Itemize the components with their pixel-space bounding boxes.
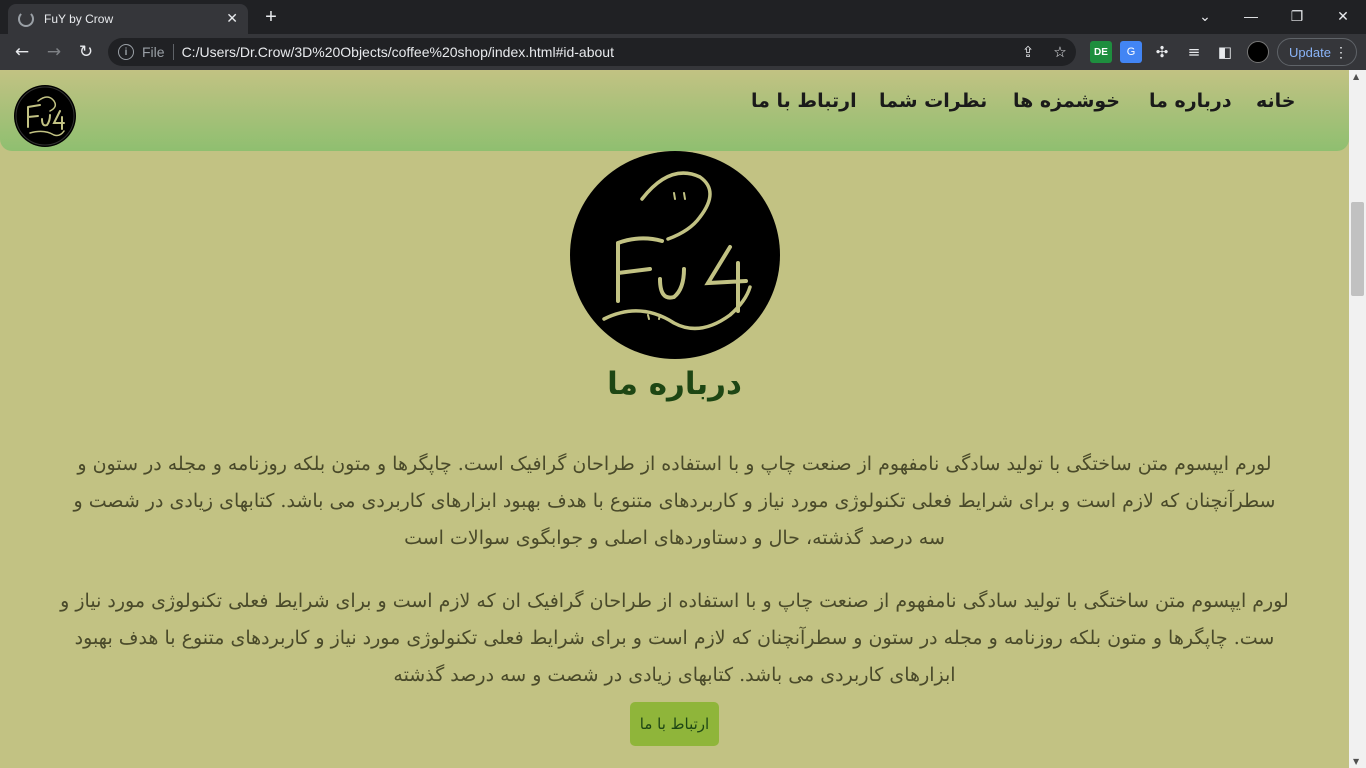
update-button[interactable]: Update ⋮ — [1277, 38, 1357, 66]
scroll-up-icon[interactable]: ▲ — [1353, 72, 1359, 81]
address-url[interactable]: C:/Users/Dr.Crow/3D%20Objects/coffee%20s… — [182, 44, 1012, 60]
translate-icon[interactable]: G — [1120, 41, 1142, 63]
browser-tab[interactable]: FuY by Crow ✕ — [8, 4, 248, 34]
site-header: خانه درباره ما خوشمزه ها نظرات شما ارتبا… — [0, 70, 1349, 151]
scroll-down-icon[interactable]: ▼ — [1353, 757, 1359, 766]
web-page: خانه درباره ما خوشمزه ها نظرات شما ارتبا… — [0, 70, 1349, 768]
new-tab-button[interactable]: + — [260, 6, 282, 28]
nav-treats[interactable]: خوشمزه ها — [1013, 90, 1120, 112]
scrollbar-thumb[interactable] — [1351, 202, 1364, 296]
back-icon[interactable]: ← — [10, 40, 34, 64]
fuy-large-logo-icon — [602, 171, 752, 331]
about-title: درباره ما — [607, 366, 742, 402]
sidebar-icon[interactable]: ◧ — [1214, 41, 1236, 63]
fuy-logo-icon — [15, 86, 75, 146]
address-bar[interactable]: i File C:/Users/Dr.Crow/3D%20Objects/cof… — [108, 38, 1076, 66]
loading-spinner-icon — [18, 11, 34, 27]
about-paragraph-2: لورم ایپسوم متن ساختگی با تولید سادگی نا… — [60, 590, 1289, 686]
site-logo[interactable] — [14, 85, 76, 147]
nav-reviews[interactable]: نظرات شما — [879, 90, 987, 112]
puzzle-icon[interactable]: ✣ — [1151, 41, 1173, 63]
address-separator — [172, 44, 174, 60]
forward-icon[interactable]: → — [42, 40, 66, 64]
reload-icon[interactable]: ↻ — [74, 40, 98, 64]
nav-contact[interactable]: ارتباط با ما — [751, 90, 857, 112]
page-scrollbar[interactable]: ▲ ▼ — [1349, 70, 1366, 768]
star-icon[interactable]: ☆ — [1044, 43, 1076, 61]
window-minimize-button[interactable]: — — [1228, 0, 1274, 32]
browser-tabbar: FuY by Crow ✕ + ⌄ — ❐ ✕ — [0, 0, 1366, 34]
media-icon[interactable]: ≡ — [1183, 41, 1205, 63]
extension-de-icon[interactable]: DE — [1090, 41, 1112, 63]
about-paragraph-1: لورم ایپسوم متن ساختگی با تولید سادگی نا… — [73, 453, 1276, 549]
profile-avatar[interactable] — [1247, 41, 1269, 63]
info-icon[interactable]: i — [118, 44, 134, 60]
window-restore-button[interactable]: ❐ — [1274, 0, 1320, 32]
tab-title: FuY by Crow — [44, 12, 114, 26]
about-hero-logo — [570, 151, 780, 359]
tab-close-icon[interactable]: ✕ — [226, 11, 238, 27]
menu-dots-icon[interactable]: ⋮ — [1334, 44, 1348, 61]
update-label: Update — [1289, 44, 1331, 60]
window-close-button[interactable]: ✕ — [1320, 0, 1366, 32]
contact-us-button[interactable]: ارتباط با ما — [630, 702, 719, 746]
share-icon[interactable]: ⇪ — [1012, 43, 1044, 61]
tab-search-chevron-icon[interactable]: ⌄ — [1182, 0, 1228, 32]
nav-home[interactable]: خانه — [1256, 90, 1295, 112]
address-scheme-label: File — [142, 44, 165, 60]
nav-about[interactable]: درباره ما — [1149, 90, 1232, 112]
